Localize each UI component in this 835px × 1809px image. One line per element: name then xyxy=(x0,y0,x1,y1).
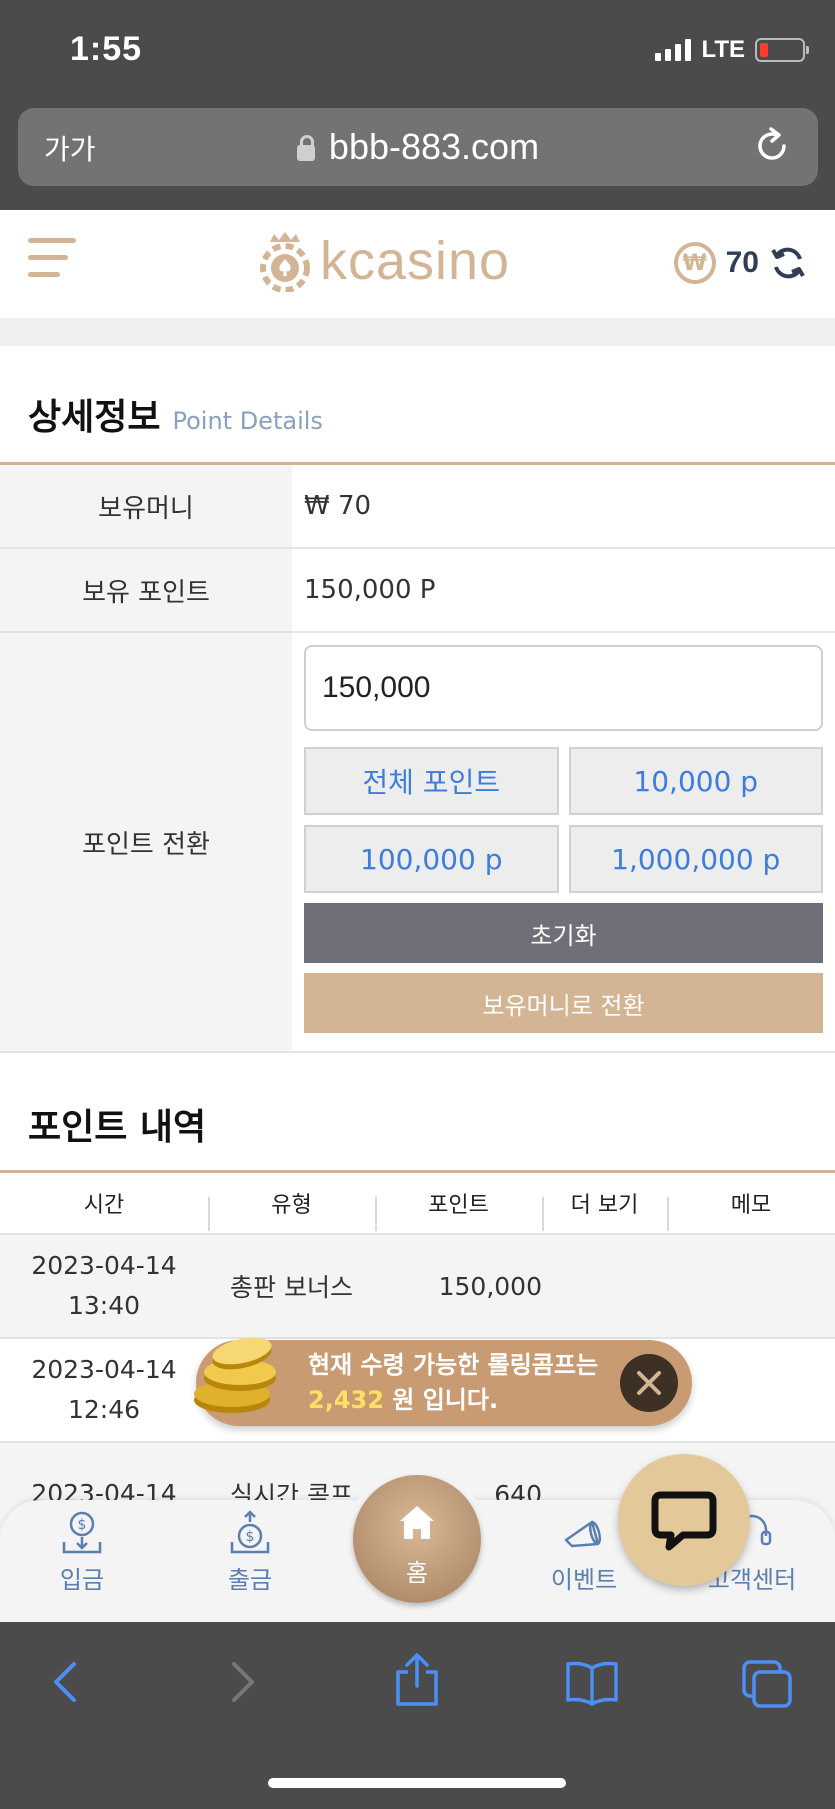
col-more: 더 보기 xyxy=(542,1173,667,1233)
deposit-icon: $ xyxy=(62,1511,102,1554)
withdraw-icon: $ xyxy=(230,1510,270,1554)
row-date: 2023-04-14 xyxy=(31,1251,177,1280)
convert-label: 포인트 전환 xyxy=(0,633,292,1051)
url-text: bbb-883.com xyxy=(328,126,540,167)
header-divider xyxy=(0,318,835,346)
forward-icon[interactable] xyxy=(222,1658,262,1706)
reload-icon[interactable] xyxy=(752,126,792,166)
promo-line1: 현재 수령 가능한 롤링콤프는 xyxy=(308,1351,599,1379)
convert-to-money-button[interactable]: 보유머니로 전환 xyxy=(304,973,823,1033)
chat-icon xyxy=(651,1491,717,1551)
row-type: 총판 보너스 xyxy=(230,1273,353,1302)
reset-button[interactable]: 초기화 xyxy=(304,903,823,963)
promo-line2: 원 입니다. xyxy=(383,1386,499,1414)
bookmarks-icon[interactable] xyxy=(564,1658,620,1706)
points-label: 보유 포인트 xyxy=(0,549,292,631)
row-time: 13:40 xyxy=(67,1291,141,1320)
site-logo[interactable]: kcasino xyxy=(256,230,510,292)
money-label: 보유머니 xyxy=(0,465,292,547)
points-value: 150,000 P xyxy=(304,575,436,605)
svg-text:$: $ xyxy=(246,1529,255,1545)
promo-message: 현재 수령 가능한 롤링콤프는 2,432 원 입니다. xyxy=(308,1348,598,1418)
nav-deposit[interactable]: $ 입금 xyxy=(12,1510,152,1595)
chat-button[interactable] xyxy=(618,1454,750,1586)
won-icon: ₩ xyxy=(673,242,716,284)
details-subtitle: Point Details xyxy=(172,407,323,435)
row-points: 150,000 xyxy=(438,1271,542,1301)
all-points-button[interactable]: 전체 포인트 xyxy=(304,747,559,815)
history-header-row: 시간 유형 포인트 더 보기 메모 xyxy=(0,1173,835,1235)
nav-withdraw-label: 출금 xyxy=(227,1566,273,1594)
col-time: 시간 xyxy=(83,1193,125,1218)
money-row: 보유머니 ₩ 70 xyxy=(0,465,835,549)
gold-coins-icon xyxy=(194,1337,276,1413)
balance-amount: 70 xyxy=(725,246,759,279)
close-icon[interactable] xyxy=(620,1354,678,1412)
menu-icon[interactable] xyxy=(28,238,76,286)
nav-events-label: 이벤트 xyxy=(550,1566,618,1594)
details-heading: 상세정보 xyxy=(28,397,161,438)
signal-icon xyxy=(655,39,692,61)
balance-display: ₩ 70 xyxy=(673,242,807,284)
points-row: 보유 포인트 150,000 P xyxy=(0,549,835,633)
browser-toolbar xyxy=(0,1622,835,1809)
logo-text: kcasino xyxy=(320,231,511,291)
status-bar: 1:55 LTE xyxy=(0,0,835,100)
nav-withdraw[interactable]: $ 출금 xyxy=(180,1510,320,1595)
100000-points-button[interactable]: 100,000 p xyxy=(304,825,559,893)
row-date: 2023-04-14 xyxy=(31,1355,177,1384)
convert-row: 포인트 전환 150,000 전체 포인트 10,000 p 100,000 p… xyxy=(0,633,835,1053)
share-icon[interactable] xyxy=(392,1652,442,1708)
10000-points-button[interactable]: 10,000 p xyxy=(568,747,823,815)
home-icon xyxy=(400,1506,434,1539)
details-title: 상세정보 Point Details xyxy=(28,388,323,440)
url-display[interactable]: bbb-883.com xyxy=(18,126,818,168)
nav-home[interactable]: 홈 xyxy=(353,1475,481,1603)
col-type: 유형 xyxy=(208,1173,375,1233)
row-datetime: 2023-04-14 13:40 xyxy=(0,1246,208,1326)
col-points: 포인트 xyxy=(375,1173,542,1233)
details-table: 보유머니 ₩ 70 보유 포인트 150,000 P 포인트 전환 150,00… xyxy=(0,462,835,1053)
tabs-icon[interactable] xyxy=(740,1658,794,1710)
col-memo: 메모 xyxy=(667,1173,835,1233)
table-row: 2023-04-14 13:40 총판 보너스 150,000 xyxy=(0,1235,835,1339)
nav-deposit-label: 입금 xyxy=(59,1566,105,1594)
svg-text:$: $ xyxy=(78,1517,87,1533)
1000000-points-button[interactable]: 1,000,000 p xyxy=(568,825,823,893)
chip-logo-icon xyxy=(260,232,310,292)
refresh-icon[interactable] xyxy=(769,244,807,282)
lock-icon xyxy=(296,135,315,161)
nav-home-label: 홈 xyxy=(405,1559,429,1587)
address-bar[interactable]: 가가 bbb-883.com xyxy=(18,108,818,186)
quick-amount-buttons: 전체 포인트 10,000 p 100,000 p 1,000,000 p xyxy=(304,747,823,893)
status-time: 1:55 xyxy=(70,30,143,68)
convert-controls: 150,000 전체 포인트 10,000 p 100,000 p 1,000,… xyxy=(292,633,835,1051)
points-amount-input[interactable]: 150,000 xyxy=(304,645,823,731)
rolling-comp-popup[interactable]: 현재 수령 가능한 롤링콤프는 2,432 원 입니다. xyxy=(194,1337,692,1426)
back-icon[interactable] xyxy=(46,1658,86,1706)
promo-amount: 2,432 xyxy=(308,1386,384,1414)
megaphone-icon xyxy=(564,1520,602,1548)
home-indicator xyxy=(268,1778,566,1788)
site-header: kcasino ₩ 70 xyxy=(0,210,835,318)
history-title: 포인트 내역 xyxy=(28,1107,207,1148)
battery-icon xyxy=(755,38,809,62)
money-value: ₩ 70 xyxy=(304,491,372,521)
network-label: LTE xyxy=(701,36,745,63)
row-time: 12:46 xyxy=(67,1395,141,1424)
status-indicators: LTE xyxy=(655,36,809,64)
row-datetime: 2023-04-14 12:46 xyxy=(0,1350,208,1430)
main-content: 상세정보 Point Details 보유머니 ₩ 70 보유 포인트 150,0… xyxy=(0,346,835,1620)
